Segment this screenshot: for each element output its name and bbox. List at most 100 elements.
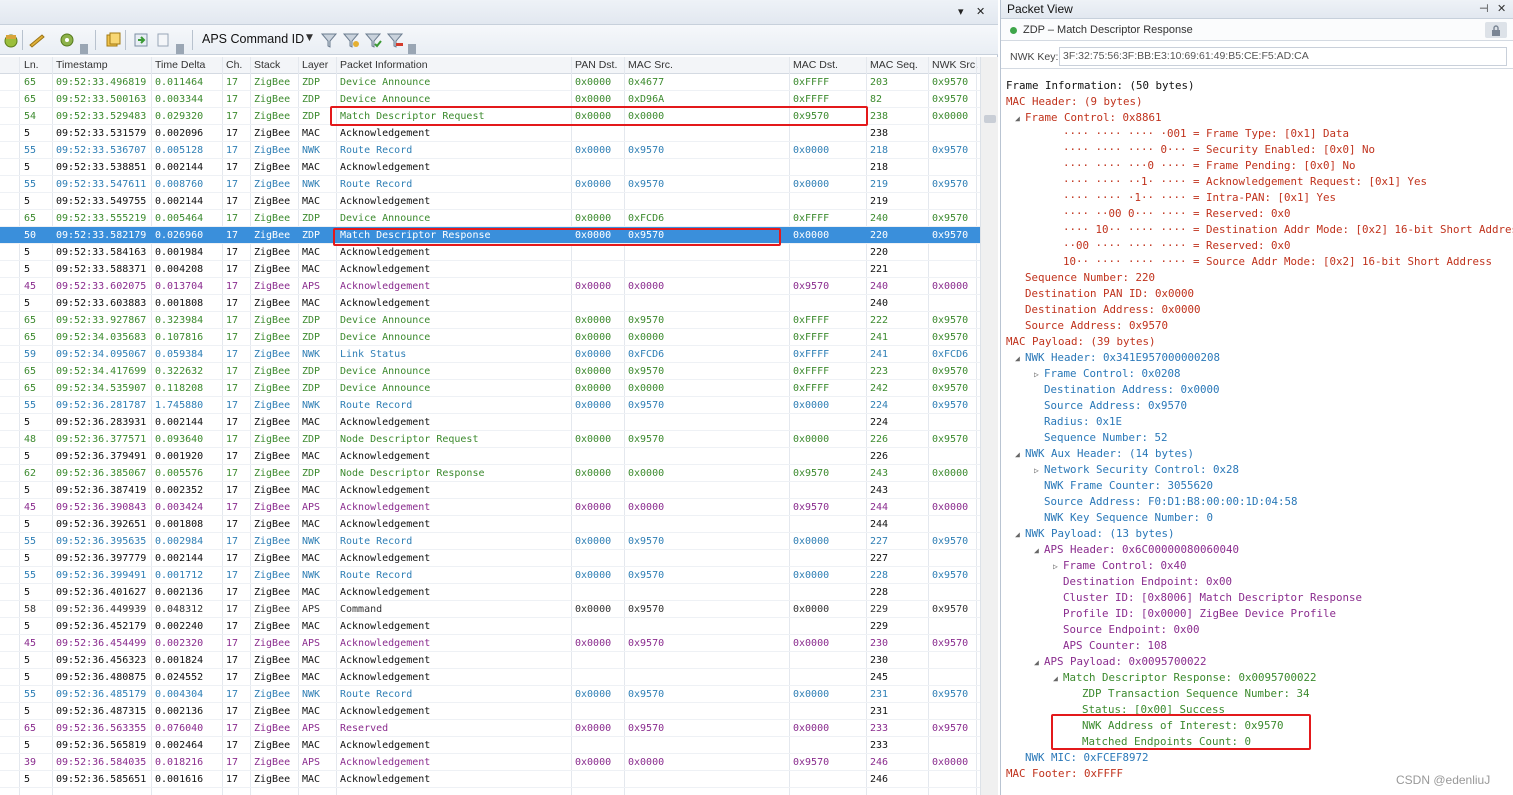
aps-command-id-filter[interactable]: APS Command ID (202, 32, 304, 46)
export-icon[interactable] (130, 29, 152, 51)
table-row[interactable]: 39 09:52:36.584035 0.018216 17 ZigBee APS Ackn… (0, 754, 980, 771)
tree-node[interactable]: Source Address: 0x9570 (1025, 319, 1168, 332)
table-row[interactable]: 5 09:52:33.603883 0.001808 17 ZigBee MAC Ackno… (0, 295, 980, 312)
column-header-mac-dst[interactable]: MAC Dst. (793, 59, 838, 71)
tree-node[interactable]: ···· ···· ·1·· ···· = Intra-PAN: [0x1] Y… (1063, 191, 1336, 204)
tree-node[interactable]: Source Address: F0:D1:B8:00:00:1D:04:58 (1044, 495, 1298, 508)
table-row[interactable]: 65 09:52:33.927867 0.323984 17 ZigBee ZDP Devi… (0, 312, 980, 329)
column-header-stack[interactable]: Stack (254, 59, 280, 71)
column-header-nwk-src[interactable]: NWK Src. (932, 59, 978, 71)
filter-remove-icon[interactable] (384, 29, 406, 51)
tree-node[interactable]: Destination Address: 0x0000 (1025, 303, 1201, 316)
column-header-layer[interactable]: Layer (302, 59, 328, 71)
table-row[interactable]: 5 09:52:36.487315 0.002136 17 ZigBee MAC Ackno… (0, 703, 980, 720)
column-header-timestamp[interactable]: Timestamp (56, 59, 108, 71)
table-row[interactable]: 48 09:52:36.377571 0.093640 17 ZigBee ZDP Node… (0, 431, 980, 448)
column-header-mac-seq[interactable]: MAC Seq. (870, 59, 918, 71)
expand-arrow-icon[interactable]: ◢ (1015, 530, 1025, 539)
table-row[interactable]: 5 09:52:33.588371 0.004208 17 ZigBee MAC Ackno… (0, 261, 980, 278)
table-row[interactable]: 62 09:52:36.385067 0.005576 17 ZigBee ZDP Node… (0, 465, 980, 482)
nwk-key-field[interactable]: 3F:32:75:56:3F:BB:E3:10:69:61:49:B5:CE:F… (1059, 47, 1507, 66)
tree-node[interactable]: ◢ APS Payload: 0x0095700022 (1034, 655, 1207, 668)
close-icon[interactable]: ✕ (1497, 2, 1506, 15)
table-row[interactable]: 45 09:52:36.390843 0.003424 17 ZigBee APS Ackn… (0, 499, 980, 516)
tree-node[interactable]: ◢ NWK Payload: (13 bytes) (1015, 527, 1175, 540)
table-row[interactable]: 55 09:52:33.547611 0.008760 17 ZigBee NWK Rout… (0, 176, 980, 193)
column-header-ln[interactable]: Ln. (24, 59, 39, 71)
column-header-packet-information[interactable]: Packet Information (340, 59, 428, 71)
pane-menu-dropdown-icon[interactable]: ▾ (958, 5, 964, 18)
tree-node[interactable]: Destination Address: 0x0000 (1044, 383, 1220, 396)
capture-icon[interactable] (0, 29, 22, 51)
tree-node[interactable]: ···· ··00 0··· ···· = Reserved: 0x0 (1063, 207, 1291, 220)
tree-node[interactable]: APS Counter: 108 (1063, 639, 1167, 652)
table-row[interactable]: 55 09:52:33.536707 0.005128 17 ZigBee NWK Rout… (0, 142, 980, 159)
table-row[interactable]: 45 09:52:33.602075 0.013704 17 ZigBee APS Ackn… (0, 278, 980, 295)
table-row[interactable]: 58 09:52:36.449939 0.048312 17 ZigBee APS Comm… (0, 601, 980, 618)
table-row[interactable]: 5 09:52:36.452179 0.002240 17 ZigBee MAC Ackno… (0, 618, 980, 635)
tree-node[interactable]: Destination Endpoint: 0x00 (1063, 575, 1232, 588)
lock-icon[interactable] (1485, 22, 1507, 38)
tree-node[interactable]: NWK Frame Counter: 3055620 (1044, 479, 1213, 492)
tree-node[interactable]: ···· ···· ···· 0··· = Security Enabled: … (1063, 143, 1375, 156)
close-pane-icon[interactable]: ✕ (976, 5, 985, 18)
collapse-arrow-icon[interactable]: ▷ (1053, 562, 1063, 571)
column-header-time-delta[interactable]: Time Delta (155, 59, 205, 71)
tree-node[interactable]: ◢ Frame Control: 0x8861 (1015, 111, 1162, 124)
expand-arrow-icon[interactable]: ◢ (1034, 546, 1044, 555)
tree-node[interactable]: Source Endpoint: 0x00 (1063, 623, 1200, 636)
pin-icon[interactable]: ⊣ (1479, 2, 1489, 15)
filter-apply-icon[interactable] (362, 29, 384, 51)
column-header-mac-src[interactable]: MAC Src. (628, 59, 673, 71)
tree-node[interactable]: ···· ···· ··1· ···· = Acknowledgement Re… (1063, 175, 1427, 188)
table-row[interactable]: 45 09:52:36.454499 0.002320 17 ZigBee APS Ackn… (0, 635, 980, 652)
tree-node[interactable]: MAC Footer: 0xFFFF (1006, 767, 1123, 780)
table-row[interactable]: 55 09:52:36.395635 0.002984 17 ZigBee NWK Rout… (0, 533, 980, 550)
table-row[interactable]: 65 09:52:33.555219 0.005464 17 ZigBee ZDP Devi… (0, 210, 980, 227)
table-row[interactable]: 65 09:52:34.417699 0.322632 17 ZigBee ZDP Devi… (0, 363, 980, 380)
page-icon[interactable] (152, 29, 174, 51)
filter-dropdown-icon[interactable] (408, 44, 416, 54)
table-row[interactable]: 5 09:52:36.401627 0.002136 17 ZigBee MAC Ackno… (0, 584, 980, 601)
expand-arrow-icon[interactable]: ◢ (1015, 354, 1025, 363)
tree-node[interactable]: ◢ NWK Aux Header: (14 bytes) (1015, 447, 1194, 460)
tree-node[interactable]: Source Address: 0x9570 (1044, 399, 1187, 412)
table-row[interactable]: 55 09:52:36.399491 0.001712 17 ZigBee NWK Rout… (0, 567, 980, 584)
column-header-channel[interactable]: Ch. (226, 59, 242, 71)
tree-node[interactable]: Profile ID: [0x0000] ZigBee Device Profi… (1063, 607, 1336, 620)
table-row[interactable]: 5 09:52:33.584163 0.001984 17 ZigBee MAC Ackno… (0, 244, 980, 261)
tree-node[interactable]: MAC Payload: (39 bytes) (1006, 335, 1156, 348)
filter-icon[interactable] (318, 29, 340, 51)
tree-node[interactable]: 10·· ···· ···· ···· = Source Addr Mode: … (1063, 255, 1492, 268)
tree-node[interactable]: NWK Key Sequence Number: 0 (1044, 511, 1213, 524)
table-row[interactable]: 5 09:52:33.549755 0.002144 17 ZigBee MAC Ackno… (0, 193, 980, 210)
tree-node[interactable]: MAC Header: (9 bytes) (1006, 95, 1143, 108)
tree-node[interactable]: ▷ Network Security Control: 0x28 (1034, 463, 1239, 476)
export-dropdown-icon[interactable] (176, 44, 184, 54)
filter-add-icon[interactable] (340, 29, 362, 51)
table-row[interactable]: 5 09:52:36.392651 0.001808 17 ZigBee MAC Ackno… (0, 516, 980, 533)
decode-icon[interactable] (26, 29, 48, 51)
table-row[interactable]: 5 09:52:36.379491 0.001920 17 ZigBee MAC Ackno… (0, 448, 980, 465)
tree-node[interactable]: ···· 10·· ···· ···· = Destination Addr M… (1063, 223, 1513, 236)
tree-node[interactable]: ···· ···· ···0 ···· = Frame Pending: [0x… (1063, 159, 1356, 172)
options-dropdown-icon[interactable] (80, 44, 88, 54)
tree-node[interactable]: ···· ···· ···· ·001 = Frame Type: [0x1] … (1063, 127, 1349, 140)
table-row[interactable]: 5 09:52:36.480875 0.024552 17 ZigBee MAC Ackno… (0, 669, 980, 686)
tree-node[interactable]: NWK MIC: 0xFCEF8972 (1025, 751, 1149, 764)
collapse-arrow-icon[interactable]: ▷ (1034, 370, 1044, 379)
table-row[interactable]: 5 09:52:36.585651 0.001616 17 ZigBee MAC Ackno… (0, 771, 980, 788)
tree-node[interactable]: ▷ Frame Control: 0x0208 (1034, 367, 1181, 380)
tree-node[interactable]: Sequence Number: 220 (1025, 271, 1155, 284)
aps-filter-dropdown-icon[interactable]: ▼ (306, 33, 313, 43)
table-row[interactable]: 65 09:52:33.496819 0.011464 17 ZigBee ZDP Devi… (0, 74, 980, 91)
table-row[interactable]: 59 09:52:34.095067 0.059384 17 ZigBee NWK Link… (0, 346, 980, 363)
table-row[interactable]: 65 09:52:34.035683 0.107816 17 ZigBee ZDP Devi… (0, 329, 980, 346)
tree-node[interactable]: Radius: 0x1E (1044, 415, 1122, 428)
copy-icon[interactable] (102, 29, 124, 51)
tree-node[interactable]: Frame Information: (50 bytes) (1006, 79, 1195, 92)
column-header-pan-dst[interactable]: PAN Dst. (575, 59, 617, 71)
tree-node[interactable]: ◢ NWK Header: 0x341E957000000208 (1015, 351, 1220, 364)
tree-node[interactable]: ◢ Match Descriptor Response: 0x0095700022 (1053, 671, 1317, 684)
expand-arrow-icon[interactable]: ◢ (1053, 674, 1063, 683)
